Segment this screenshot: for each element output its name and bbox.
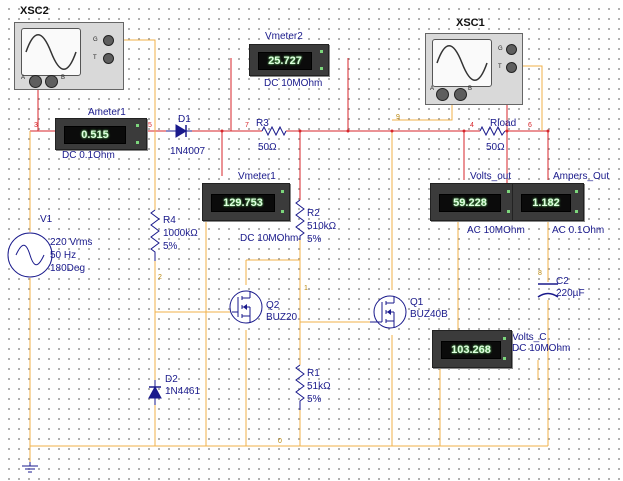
- ampers-out-mode: AC 0.1Ohm: [552, 225, 605, 236]
- r4-name: R4: [163, 215, 176, 226]
- vmeter1-mode: DC 10MOhm: [240, 233, 299, 244]
- vmeter1-name: Vmeter1: [238, 171, 276, 182]
- r2-value: 510kΩ: [307, 221, 337, 232]
- ameter1-display: 0.515: [64, 126, 126, 144]
- d2-part: 1N4461: [165, 386, 201, 397]
- voltmeter-vmeter1[interactable]: 129.753: [202, 183, 290, 221]
- d1-name: D1: [178, 114, 191, 125]
- mosfet-q1-icon: [370, 295, 407, 329]
- capacitor-c2-icon: [537, 283, 559, 298]
- vmeter2-mode: DC 10MOhm: [264, 78, 323, 89]
- d2-name: D2: [165, 374, 178, 385]
- ac-source-icon: [7, 232, 53, 278]
- rload-value: 50Ω: [486, 142, 505, 153]
- q1-part: BUZ40B: [410, 309, 448, 320]
- volts-out-name: Volts_out: [470, 171, 512, 182]
- oscilloscope-screen: [432, 39, 492, 87]
- node-label: 2: [158, 274, 162, 281]
- pin-g-label: G: [93, 37, 98, 43]
- volts-out-display: 59.228: [439, 194, 501, 212]
- pin-b-label: B: [468, 86, 473, 92]
- channel-a-knob[interactable]: [436, 88, 449, 101]
- volts-c-name: Volts_C: [512, 332, 547, 343]
- ammeter-ameter1[interactable]: 0.515: [55, 118, 147, 150]
- r1-value: 51kΩ: [307, 381, 331, 392]
- channel-b-knob[interactable]: [45, 75, 58, 88]
- vmeter2-name: Vmeter2: [265, 31, 303, 42]
- vmeter1-display: 129.753: [211, 194, 275, 212]
- vmeter2-display: 25.727: [258, 52, 312, 70]
- scope-xsc1-title: XSC1: [456, 17, 485, 29]
- channel-b-knob[interactable]: [454, 88, 467, 101]
- ground-icon: [22, 462, 38, 473]
- trigger-t-knob[interactable]: [506, 62, 517, 73]
- oscilloscope-xsc2[interactable]: A B G T: [14, 22, 124, 90]
- q1-name: Q1: [410, 297, 424, 308]
- scope-xsc2-title: XSC2: [20, 5, 49, 17]
- ameter1-mode: DC 0.1Ohm: [62, 150, 115, 161]
- pin-t-label: T: [93, 55, 97, 61]
- r3-value: 50Ω: [258, 142, 277, 153]
- v1-frequency: 50 Hz: [50, 250, 77, 261]
- rload-name: Rload: [490, 118, 517, 129]
- trigger-g-knob[interactable]: [506, 44, 517, 55]
- resistor-r1-icon: [295, 364, 305, 410]
- r1-name: R1: [307, 368, 320, 379]
- pin-a-label: A: [21, 75, 26, 81]
- node-label: 9: [396, 114, 400, 121]
- ammeter-ampers-out[interactable]: 1.182: [512, 183, 584, 221]
- oscilloscope-screen: [21, 28, 81, 76]
- node-label: 4: [470, 122, 474, 129]
- pin-a-label: A: [430, 86, 435, 92]
- v1-voltage: 220 Vrms: [50, 237, 93, 248]
- r4-tolerance: 5%: [163, 241, 178, 252]
- pin-g-label: G: [498, 46, 503, 52]
- volts-c-display: 103.268: [441, 341, 501, 359]
- d1-part: 1N4007: [170, 146, 206, 157]
- node-label: 6: [528, 122, 532, 129]
- volts-c-mode: DC 10MOhm: [512, 343, 571, 354]
- v1-name: V1: [40, 214, 53, 225]
- r1-tolerance: 5%: [307, 394, 322, 405]
- trigger-g-knob[interactable]: [103, 35, 114, 46]
- mosfet-q2-icon: [229, 290, 263, 324]
- q2-part: BUZ20: [266, 312, 298, 323]
- node-label: 5: [148, 122, 152, 129]
- trigger-t-knob[interactable]: [103, 53, 114, 64]
- voltmeter-volts-c[interactable]: 103.268: [432, 330, 512, 368]
- sine-wave-icon: [25, 34, 77, 70]
- v1-phase: 180Deg: [50, 263, 86, 274]
- volts-out-mode: AC 10MOhm: [467, 225, 525, 236]
- diode-d2-icon: [148, 380, 162, 405]
- sine-wave-icon: [436, 45, 488, 81]
- ampers-out-name: Ampers_Out: [553, 171, 610, 182]
- node-label: 0: [278, 438, 282, 445]
- node-label: 8: [538, 270, 542, 277]
- ampers-out-display: 1.182: [521, 194, 571, 212]
- c2-value: 220µF: [556, 288, 585, 299]
- r3-name: R3: [256, 118, 269, 129]
- q2-name: Q2: [266, 300, 280, 311]
- node-label: 3: [34, 122, 38, 129]
- ameter1-name: Ameter1: [88, 107, 126, 118]
- pin-b-label: B: [61, 75, 66, 81]
- resistor-r4-icon: [150, 209, 160, 261]
- voltmeter-vmeter2[interactable]: 25.727: [249, 44, 329, 76]
- channel-a-knob[interactable]: [29, 75, 42, 88]
- node-label: 7: [245, 122, 249, 129]
- r2-tolerance: 5%: [307, 234, 322, 245]
- r2-name: R2: [307, 208, 320, 219]
- diode-d1-icon: [166, 124, 192, 138]
- node-label: 1: [304, 285, 308, 292]
- voltmeter-volts-out[interactable]: 59.228: [430, 183, 516, 221]
- oscilloscope-xsc1[interactable]: A B G T: [425, 33, 523, 105]
- pin-t-label: T: [498, 64, 502, 70]
- r4-value: 1000kΩ: [163, 228, 198, 239]
- c2-name: C2: [556, 276, 569, 287]
